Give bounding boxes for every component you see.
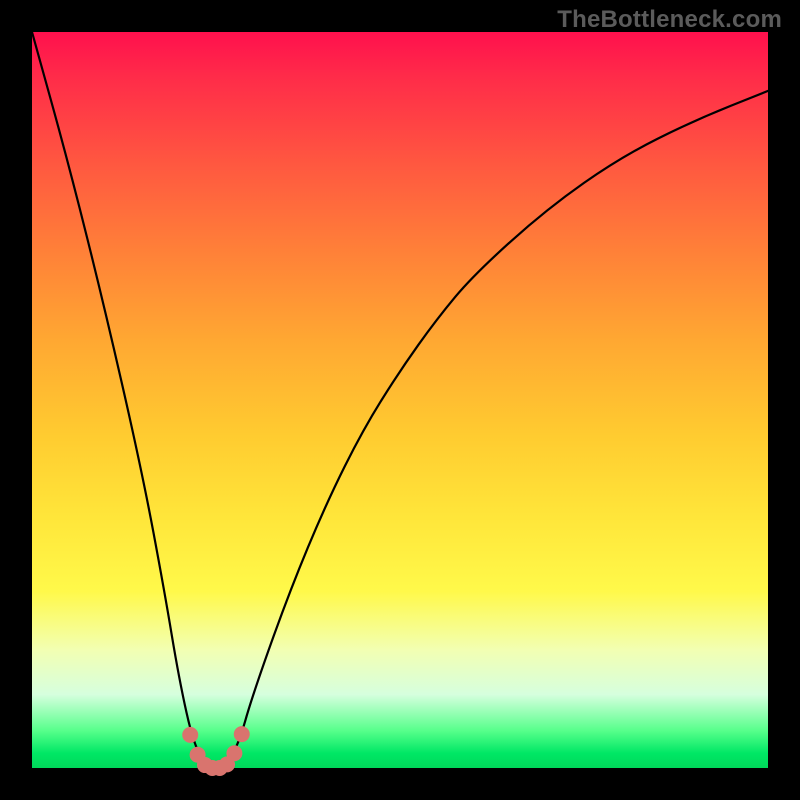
plot-area xyxy=(32,32,768,768)
trough-marker xyxy=(226,745,242,761)
trough-marker xyxy=(234,726,250,742)
bottleneck-curve xyxy=(32,32,768,768)
chart-svg xyxy=(32,32,768,768)
watermark-text: TheBottleneck.com xyxy=(557,6,782,34)
trough-marker xyxy=(182,727,198,743)
low-region-markers xyxy=(182,726,250,776)
bottleneck-curve-path xyxy=(32,32,768,768)
chart-frame: TheBottleneck.com xyxy=(0,0,800,800)
